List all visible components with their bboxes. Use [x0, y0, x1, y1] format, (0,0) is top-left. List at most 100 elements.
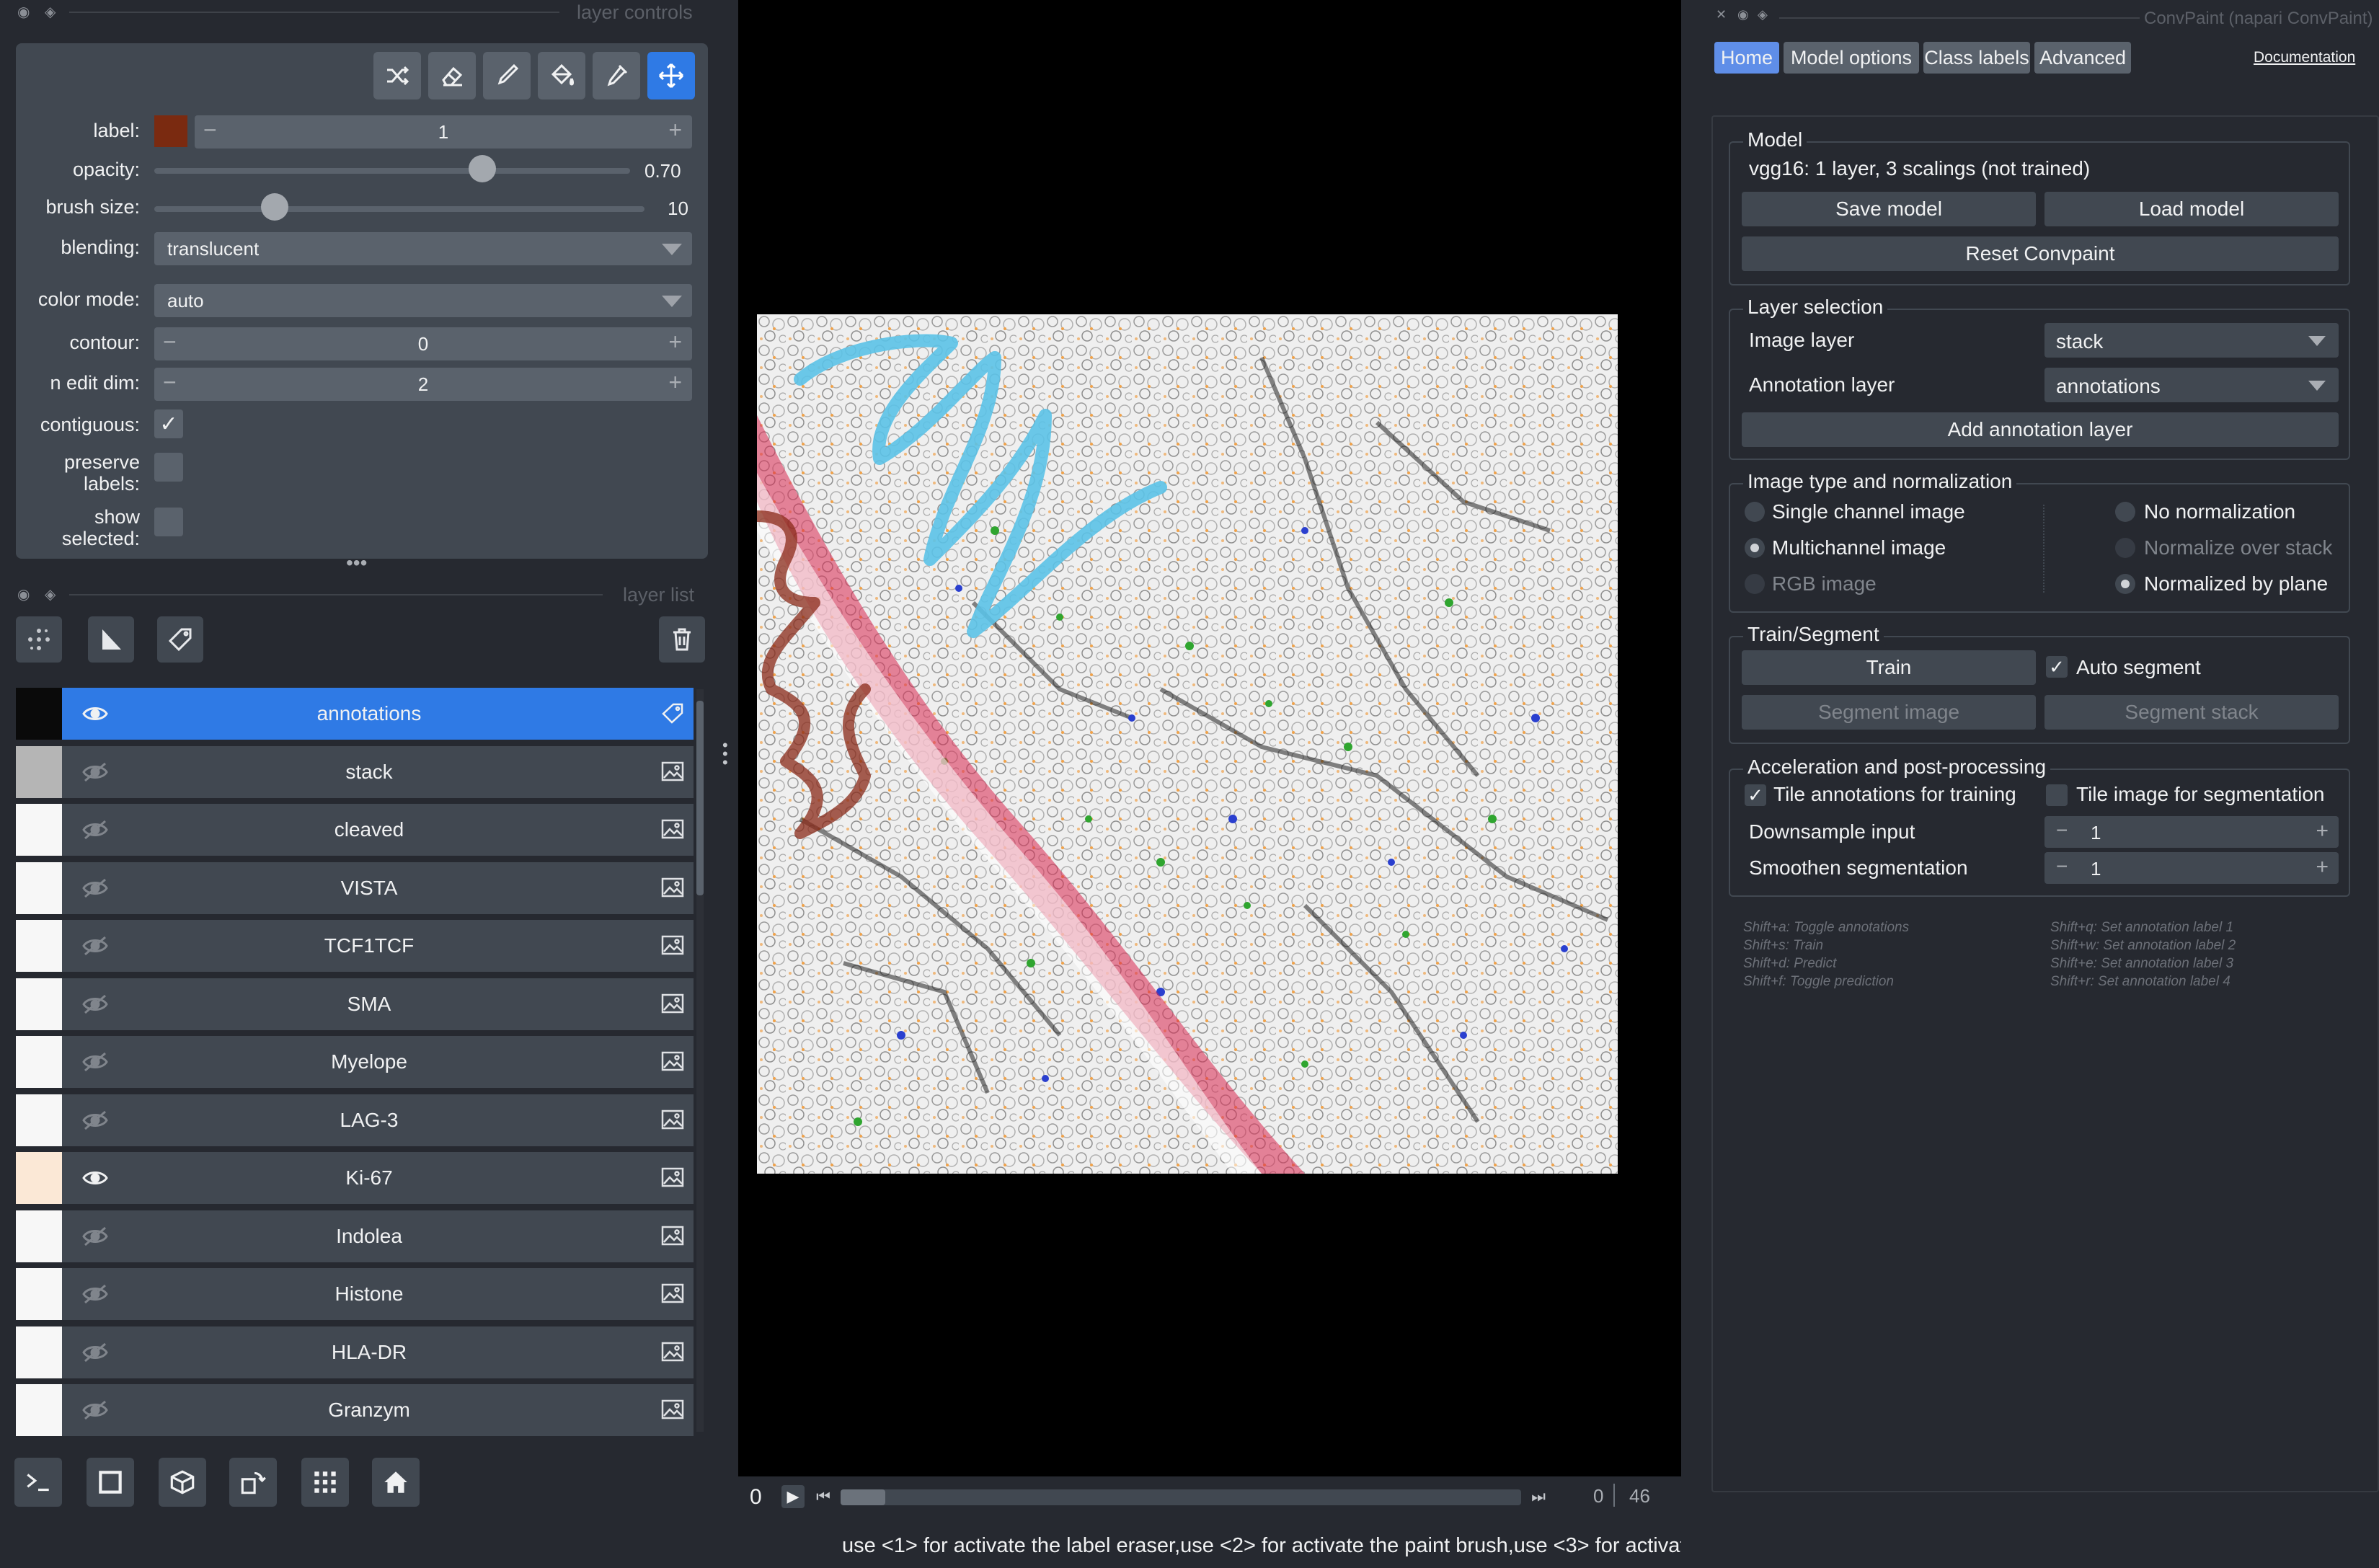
opacity-slider[interactable] — [154, 168, 630, 174]
multichannel-radio[interactable] — [1745, 538, 1765, 558]
close-panel-icon[interactable]: ◈ — [45, 3, 56, 20]
layer-row[interactable]: TCF1TCF — [16, 920, 694, 972]
undock-panel-icon[interactable]: ◈ — [1758, 7, 1768, 22]
float-panel-icon[interactable]: ◉ — [17, 3, 30, 20]
tab-advanced[interactable]: Advanced — [2034, 42, 2131, 74]
tile-image-checkbox[interactable] — [2046, 784, 2068, 806]
show-selected-checkbox[interactable] — [154, 508, 183, 536]
contiguous-checkbox[interactable]: ✓ — [154, 409, 183, 438]
eye-closed-icon[interactable] — [81, 993, 110, 1016]
preserve-labels-checkbox[interactable] — [154, 453, 183, 482]
close-panel-icon[interactable]: ✕ — [1716, 7, 1727, 22]
eye-closed-icon[interactable] — [81, 934, 110, 957]
layer-row[interactable]: Myelope — [16, 1036, 694, 1088]
layer-row[interactable]: annotations — [16, 688, 694, 740]
eye-icon[interactable] — [81, 702, 110, 725]
tab-home[interactable]: Home — [1714, 42, 1779, 74]
layer-row[interactable]: HLA-DR — [16, 1326, 694, 1378]
shuffle-icon[interactable] — [373, 52, 421, 99]
color-picker-icon[interactable] — [593, 52, 640, 99]
normalize-over-stack-radio[interactable] — [2115, 538, 2135, 558]
fill-bucket-icon[interactable] — [538, 52, 585, 99]
float-panel-icon[interactable]: ◉ — [1737, 7, 1749, 22]
layer-row[interactable]: SMA — [16, 978, 694, 1030]
play-button[interactable]: ▶ — [781, 1485, 805, 1508]
brush-size-value: 10 — [668, 198, 688, 219]
n-edit-dim-spinbox[interactable]: −2 + — [154, 368, 692, 401]
image-view[interactable] — [757, 314, 1618, 1174]
transpose-button[interactable] — [229, 1458, 277, 1507]
left-dock-splitter[interactable]: • • • — [722, 738, 728, 771]
ndisplay-toggle-button[interactable] — [87, 1458, 134, 1507]
layer-row[interactable]: VISTA — [16, 862, 694, 914]
layer-thumbnail — [16, 1036, 62, 1088]
label-color-swatch[interactable] — [154, 115, 187, 147]
segment-stack-button[interactable]: Segment stack — [2044, 695, 2339, 730]
downsample-spinbox[interactable]: −1 + — [2044, 816, 2339, 848]
eraser-icon[interactable] — [428, 52, 476, 99]
float-panel-icon[interactable]: ◉ — [17, 585, 30, 603]
roll-dims-button[interactable] — [159, 1458, 206, 1507]
segment-image-button[interactable]: Segment image — [1742, 695, 2036, 730]
smoothen-spinbox[interactable]: −1 + — [2044, 852, 2339, 884]
eye-closed-icon[interactable] — [81, 1283, 110, 1306]
layer-row[interactable]: cleaved — [16, 804, 694, 856]
pan-zoom-icon[interactable] — [647, 52, 695, 99]
dims-slider-handle[interactable] — [841, 1489, 885, 1505]
brush-size-slider[interactable] — [154, 206, 644, 212]
layer-row[interactable]: Indolea — [16, 1210, 694, 1262]
eye-closed-icon[interactable] — [81, 761, 110, 784]
auto-segment-checkbox[interactable]: ✓ — [2046, 656, 2068, 678]
annotation-layer-dropdown[interactable]: annotations — [2044, 368, 2339, 402]
home-button[interactable] — [372, 1458, 420, 1507]
layer-row[interactable]: stack — [16, 746, 694, 798]
normalized-by-plane-radio[interactable] — [2115, 574, 2135, 594]
tab-class-labels[interactable]: Class labels — [1923, 42, 2030, 74]
rgb-radio[interactable] — [1745, 574, 1765, 594]
layer-name: HLA-DR — [331, 1341, 407, 1363]
no-normalization-radio[interactable] — [2115, 502, 2135, 522]
shortcut-hint: Shift+d: Predict — [1743, 956, 1837, 971]
layer-row[interactable]: Ki-67 — [16, 1152, 694, 1204]
eye-icon[interactable] — [81, 1166, 110, 1190]
add-annotation-layer-button[interactable]: Add annotation layer — [1742, 412, 2339, 447]
save-model-button[interactable]: Save model — [1742, 192, 2036, 226]
layer-row[interactable]: Granzym — [16, 1384, 694, 1436]
label-spinbox[interactable]: −1 + — [195, 115, 692, 149]
layer-row[interactable]: Histone — [16, 1268, 694, 1320]
close-panel-icon[interactable]: ◈ — [45, 585, 56, 603]
load-model-button[interactable]: Load model — [2044, 192, 2339, 226]
splitter-handle[interactable]: ••• — [346, 553, 367, 573]
blending-dropdown[interactable]: translucent — [154, 232, 692, 265]
documentation-link[interactable]: Documentation — [2254, 49, 2355, 66]
layer-row[interactable]: LAG-3 — [16, 1094, 694, 1146]
delete-layer-button[interactable] — [659, 616, 705, 663]
reset-convpaint-button[interactable]: Reset Convpaint — [1742, 236, 2339, 271]
layer-list-scrollbar-handle[interactable] — [696, 701, 704, 895]
eye-closed-icon[interactable] — [81, 818, 110, 841]
new-shapes-layer-button[interactable] — [88, 616, 134, 663]
eye-closed-icon[interactable] — [81, 877, 110, 900]
image-layer-dropdown[interactable]: stack — [2044, 323, 2339, 358]
paint-brush-icon[interactable] — [483, 52, 531, 99]
tab-model-options[interactable]: Model options — [1784, 42, 1919, 74]
new-points-layer-button[interactable] — [16, 616, 62, 663]
train-button[interactable]: Train — [1742, 650, 2036, 685]
dims-slider-track[interactable] — [841, 1489, 1521, 1505]
brush-size-slider-knob[interactable] — [261, 193, 288, 221]
color-mode-dropdown[interactable]: auto — [154, 284, 692, 317]
step-forward-button[interactable]: ⏭ — [1527, 1485, 1550, 1508]
grid-view-button[interactable] — [301, 1458, 349, 1507]
step-back-button[interactable]: ⏮ — [812, 1485, 835, 1508]
tile-annotations-checkbox[interactable]: ✓ — [1745, 784, 1766, 806]
new-labels-layer-button[interactable] — [157, 616, 203, 663]
contour-spinbox[interactable]: −0 + — [154, 327, 692, 360]
eye-closed-icon[interactable] — [81, 1399, 110, 1422]
eye-closed-icon[interactable] — [81, 1225, 110, 1248]
opacity-slider-knob[interactable] — [469, 155, 496, 182]
eye-closed-icon[interactable] — [81, 1050, 110, 1073]
console-button[interactable] — [14, 1458, 62, 1507]
eye-closed-icon[interactable] — [81, 1109, 110, 1132]
eye-closed-icon[interactable] — [81, 1341, 110, 1364]
single-channel-radio[interactable] — [1745, 502, 1765, 522]
